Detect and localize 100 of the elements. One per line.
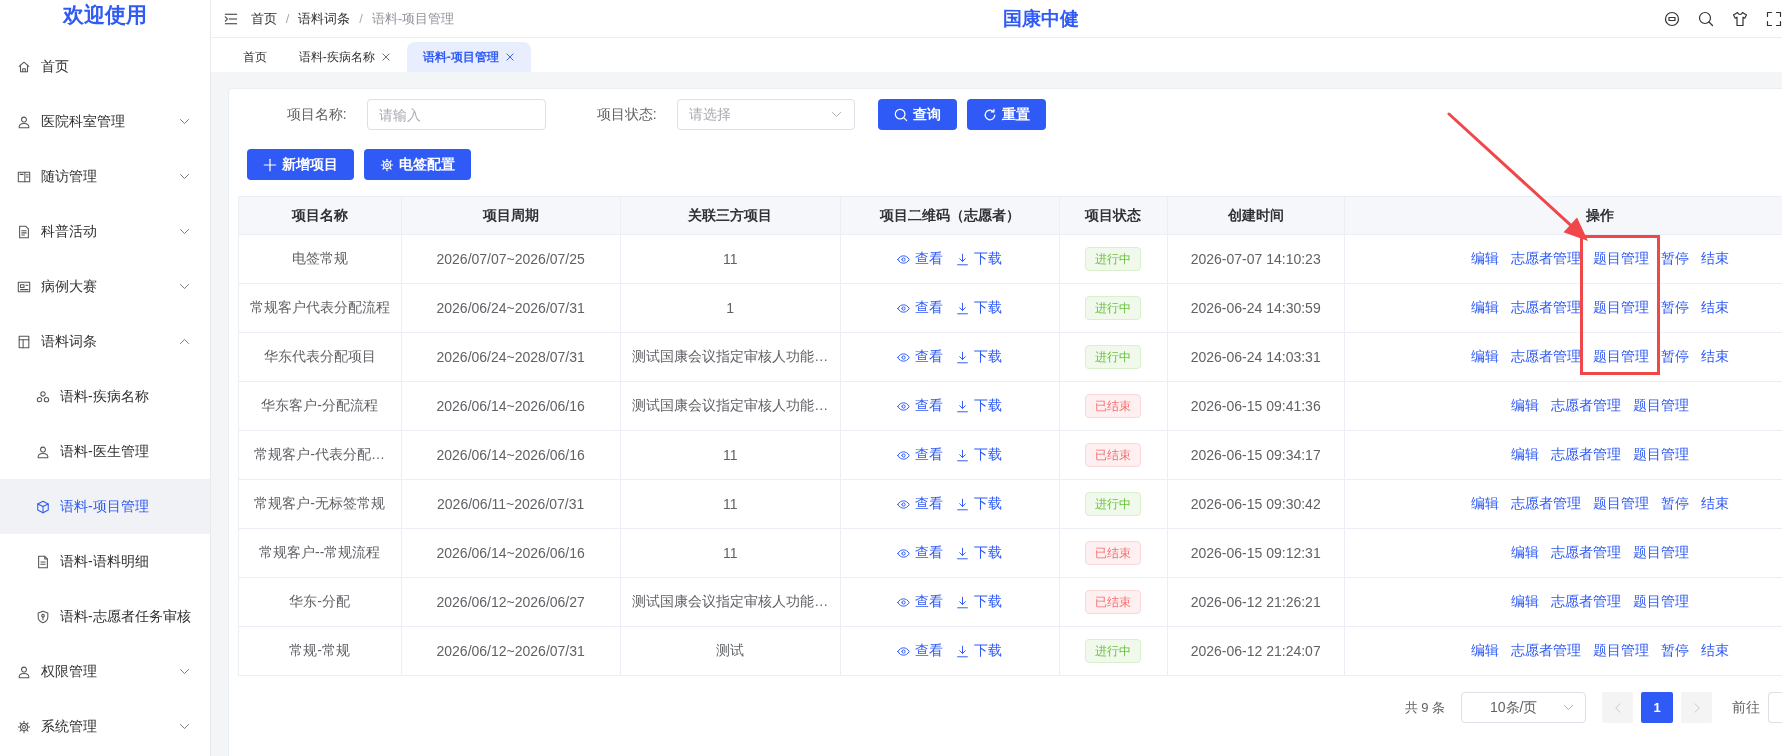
menu-item[interactable]: 语料-语料明细 bbox=[0, 534, 210, 589]
action-link[interactable]: 志愿者管理 bbox=[1510, 495, 1581, 514]
home-icon bbox=[17, 59, 31, 74]
action-link[interactable]: 题目管理 bbox=[1592, 495, 1649, 514]
action-link[interactable]: 编辑 bbox=[1470, 642, 1499, 661]
shirt-icon[interactable] bbox=[1732, 10, 1748, 27]
action-link[interactable]: 题目管理 bbox=[1592, 642, 1649, 661]
download-link[interactable]: 下载 bbox=[956, 250, 1003, 269]
breadcrumb-item[interactable]: 首页 bbox=[250, 9, 277, 28]
menu-item[interactable]: 语料-医生管理 bbox=[0, 424, 210, 479]
action-link[interactable]: 志愿者管理 bbox=[1510, 642, 1581, 661]
tab[interactable]: 首页 bbox=[242, 48, 267, 66]
tab[interactable]: 语料-项目管理 bbox=[406, 42, 531, 72]
view-link[interactable]: 查看 bbox=[897, 250, 944, 269]
download-link[interactable]: 下载 bbox=[956, 446, 1003, 465]
view-link[interactable]: 查看 bbox=[897, 593, 944, 612]
view-link[interactable]: 查看 bbox=[897, 446, 944, 465]
close-icon[interactable] bbox=[504, 52, 515, 62]
action-link[interactable]: 编辑 bbox=[1510, 593, 1539, 612]
plus-icon bbox=[262, 157, 277, 172]
status-tag: 已结束 bbox=[1085, 394, 1142, 418]
action-link[interactable]: 编辑 bbox=[1470, 250, 1499, 269]
table-cell: 测试国康会议指定审核人功能… bbox=[620, 577, 841, 627]
menu-item[interactable]: 首页 bbox=[0, 39, 210, 94]
action-link[interactable]: 志愿者管理 bbox=[1550, 544, 1621, 563]
action-link[interactable]: 志愿者管理 bbox=[1510, 299, 1581, 318]
table-cell: 2026/06/24~2028/07/31 bbox=[401, 332, 621, 382]
action-link[interactable]: 编辑 bbox=[1470, 348, 1499, 367]
action-link[interactable]: 志愿者管理 bbox=[1510, 250, 1581, 269]
circle-icon[interactable] bbox=[1664, 10, 1680, 27]
action-link[interactable]: 志愿者管理 bbox=[1550, 397, 1621, 416]
add-button[interactable]: 新增项目 bbox=[246, 149, 354, 180]
view-link[interactable]: 查看 bbox=[897, 348, 944, 367]
view-link[interactable]: 查看 bbox=[897, 544, 944, 563]
menu-item[interactable]: 语料-志愿者任务审核 bbox=[0, 589, 210, 644]
action-link[interactable]: 结束 bbox=[1700, 299, 1729, 318]
view-link[interactable]: 查看 bbox=[897, 397, 944, 416]
download-link[interactable]: 下载 bbox=[956, 348, 1003, 367]
menu-item[interactable]: 权限管理 bbox=[0, 644, 210, 699]
download-link[interactable]: 下载 bbox=[956, 642, 1003, 661]
view-link[interactable]: 查看 bbox=[897, 642, 944, 661]
action-link[interactable]: 题目管理 bbox=[1632, 544, 1689, 563]
action-link[interactable]: 题目管理 bbox=[1592, 348, 1649, 367]
reset-button[interactable]: 重置 bbox=[966, 99, 1046, 130]
view-link[interactable]: 查看 bbox=[897, 299, 944, 318]
page-size-select[interactable]: 10条/页 bbox=[1461, 692, 1586, 723]
view-link[interactable]: 查看 bbox=[897, 495, 944, 514]
action-link[interactable]: 编辑 bbox=[1510, 544, 1539, 563]
action-link[interactable]: 编辑 bbox=[1510, 397, 1539, 416]
page-button[interactable]: 1 bbox=[1641, 692, 1673, 723]
menu-item[interactable]: 语料词条 bbox=[0, 314, 210, 369]
download-link[interactable]: 下载 bbox=[956, 544, 1003, 563]
action-link[interactable]: 暂停 bbox=[1660, 495, 1689, 514]
action-link[interactable]: 题目管理 bbox=[1592, 250, 1649, 269]
menu-item[interactable]: 语料-项目管理 bbox=[0, 479, 210, 534]
table-cell: 11 bbox=[620, 234, 841, 284]
action-link[interactable]: 结束 bbox=[1700, 250, 1729, 269]
menu-item[interactable]: 随访管理 bbox=[0, 149, 210, 204]
column-header: 操作 bbox=[1344, 196, 1782, 235]
action-link[interactable]: 志愿者管理 bbox=[1550, 593, 1621, 612]
action-link[interactable]: 题目管理 bbox=[1632, 593, 1689, 612]
input-field[interactable]: 请输入 bbox=[366, 99, 546, 130]
menu-item[interactable]: 系统管理 bbox=[0, 699, 210, 754]
action-link[interactable]: 题目管理 bbox=[1632, 446, 1689, 465]
action-link[interactable]: 编辑 bbox=[1510, 446, 1539, 465]
action-link[interactable]: 编辑 bbox=[1470, 495, 1499, 514]
download-link[interactable]: 下载 bbox=[956, 593, 1003, 612]
action-link[interactable]: 暂停 bbox=[1660, 250, 1689, 269]
corners-icon[interactable] bbox=[1766, 10, 1782, 27]
search-icon[interactable] bbox=[1698, 10, 1714, 27]
menu-item[interactable]: 医院科室管理 bbox=[0, 94, 210, 149]
action-link[interactable]: 暂停 bbox=[1660, 642, 1689, 661]
close-icon[interactable] bbox=[380, 52, 391, 62]
action-link[interactable]: 暂停 bbox=[1660, 348, 1689, 367]
table-cell: 常规客户-无标签常规 bbox=[238, 479, 402, 529]
action-link[interactable]: 题目管理 bbox=[1632, 397, 1689, 416]
breadcrumb-item[interactable]: 语料词条 bbox=[298, 9, 351, 28]
action-link[interactable]: 暂停 bbox=[1660, 299, 1689, 318]
download-link[interactable]: 下载 bbox=[956, 495, 1003, 514]
status-tag: 进行中 bbox=[1085, 639, 1142, 663]
action-link[interactable]: 结束 bbox=[1700, 495, 1729, 514]
settings-button[interactable]: 电签配置 bbox=[363, 149, 471, 180]
action-link[interactable]: 结束 bbox=[1700, 348, 1729, 367]
page-input[interactable] bbox=[1768, 692, 1782, 723]
menu-item[interactable]: 病例大赛 bbox=[0, 259, 210, 314]
action-link[interactable]: 编辑 bbox=[1470, 299, 1499, 318]
menu-item[interactable]: 科普活动 bbox=[0, 204, 210, 259]
status-tag: 已结束 bbox=[1085, 590, 1142, 614]
status-tag: 进行中 bbox=[1085, 492, 1142, 516]
menu-item[interactable]: 语料-疾病名称 bbox=[0, 369, 210, 424]
menu-icon[interactable] bbox=[223, 11, 238, 26]
search-button[interactable]: 查询 bbox=[877, 99, 957, 130]
download-link[interactable]: 下载 bbox=[956, 397, 1003, 416]
action-link[interactable]: 结束 bbox=[1700, 642, 1729, 661]
action-link[interactable]: 志愿者管理 bbox=[1550, 446, 1621, 465]
table-cell: 11 bbox=[620, 430, 841, 480]
download-link[interactable]: 下载 bbox=[956, 299, 1003, 318]
action-link[interactable]: 题目管理 bbox=[1592, 299, 1649, 318]
tab[interactable]: 语料-疾病名称 bbox=[298, 48, 391, 66]
action-link[interactable]: 志愿者管理 bbox=[1510, 348, 1581, 367]
